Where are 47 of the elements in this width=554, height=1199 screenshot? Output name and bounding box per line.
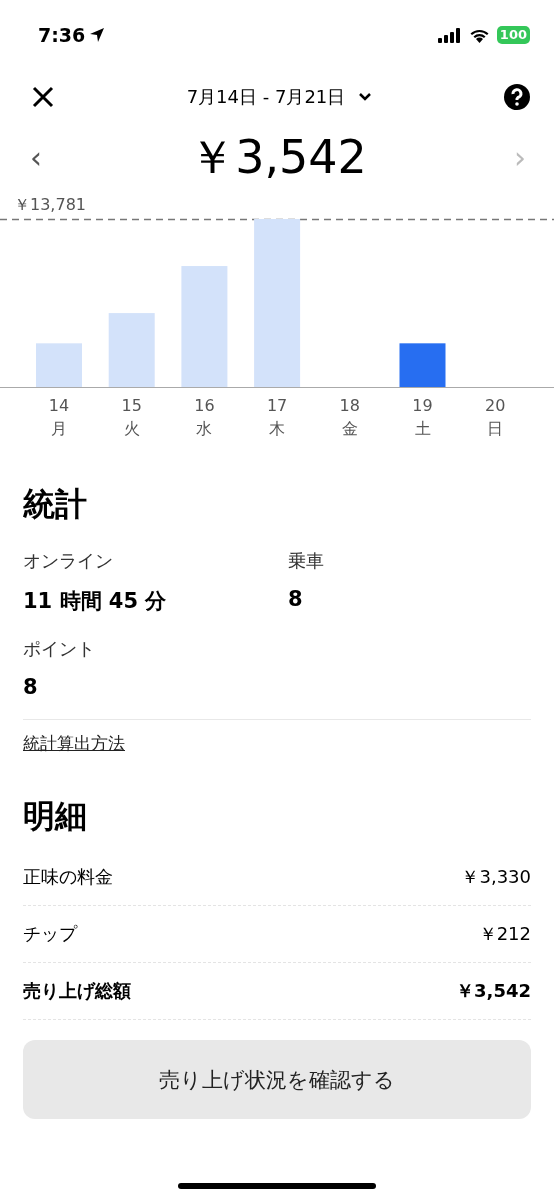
earnings-bar[interactable] <box>181 266 228 387</box>
stat-value: 8 <box>23 675 39 699</box>
date-range-dropdown[interactable]: 7月14日 - 7月21日 <box>186 85 372 109</box>
day-number: 19 <box>412 396 433 415</box>
earnings-bar[interactable] <box>108 313 155 387</box>
previous-week-button[interactable]: ‹ <box>30 143 42 173</box>
stat-label: 乗車 <box>288 549 325 573</box>
stat-label: オンライン <box>23 549 114 573</box>
earnings-bar[interactable] <box>399 343 446 387</box>
chart-max-label: ￥13,781 <box>13 195 87 216</box>
total-amount: ￥3,542 <box>189 129 367 186</box>
status-time: 7:36 <box>38 24 106 46</box>
breakdown-amount: ￥212 <box>478 922 531 946</box>
day-number: 20 <box>485 396 506 415</box>
breakdown-amount: ￥3,330 <box>461 865 531 889</box>
weekday-label: 木 <box>269 419 286 438</box>
earnings-bar[interactable] <box>254 219 301 387</box>
day-number: 17 <box>266 396 288 415</box>
weekday-label: 月 <box>51 419 67 438</box>
weekday-label: 金 <box>341 419 358 438</box>
earnings-status-button[interactable]: 売り上げ状況を確認する <box>23 1040 531 1119</box>
stat-label: ポイント <box>23 637 96 661</box>
day-number: 15 <box>121 396 142 415</box>
breakdown-label: チップ <box>23 922 77 946</box>
close-icon[interactable] <box>32 86 54 108</box>
stats-heading: 統計 <box>23 484 88 525</box>
stats-method-link[interactable]: 統計算出方法 <box>23 732 125 755</box>
weekday-label: 日 <box>487 419 504 438</box>
breakdown-amount: ￥3,542 <box>456 979 531 1003</box>
day-number: 18 <box>339 396 360 415</box>
wifi-icon <box>468 27 490 43</box>
day-number: 16 <box>194 396 215 415</box>
chevron-down-icon <box>359 93 372 101</box>
location-arrow-icon <box>89 27 106 43</box>
stat-value: 11 時間 45 分 <box>23 588 168 615</box>
signal-icon <box>437 27 462 43</box>
help-icon[interactable] <box>504 84 530 110</box>
stat-value: 8 <box>288 587 304 611</box>
day-number: 14 <box>48 396 70 415</box>
weekday-label: 土 <box>414 419 431 438</box>
breakdown-label: 正味の料金 <box>23 865 113 889</box>
breakdown-heading: 明細 <box>23 796 88 837</box>
earnings-bar[interactable] <box>36 343 82 387</box>
battery-level: 100 <box>496 26 530 44</box>
breakdown-label: 売り上げ総額 <box>23 979 131 1003</box>
weekday-label: 水 <box>196 419 213 438</box>
weekday-label: 火 <box>123 419 140 438</box>
